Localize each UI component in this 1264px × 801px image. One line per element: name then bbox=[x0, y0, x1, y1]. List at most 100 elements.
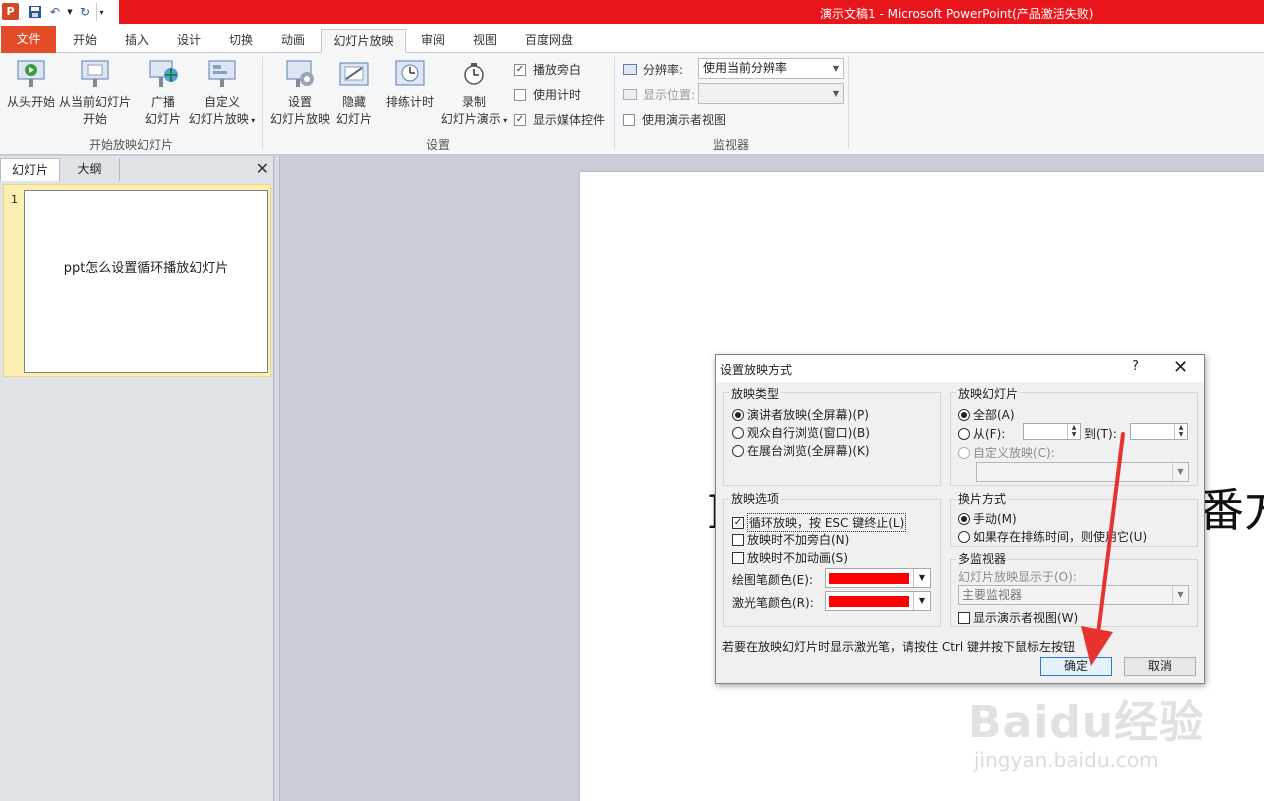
checkbox-icon bbox=[732, 533, 744, 546]
tab-insert[interactable]: 插入 bbox=[114, 29, 160, 53]
from-current-label-2: 开始 bbox=[82, 112, 107, 126]
play-narrations-label: 播放旁白 bbox=[533, 63, 582, 77]
annotation-arrow-icon bbox=[1081, 432, 1125, 666]
close-icon[interactable]: ✕ bbox=[256, 159, 269, 178]
from-current-slide-icon bbox=[81, 60, 109, 87]
to-slide-spinner[interactable]: ▲ ▼ bbox=[1130, 423, 1188, 440]
show-options-legend: 放映选项 bbox=[729, 490, 782, 507]
play-narrations-checkbox[interactable]: ✓ 播放旁白 bbox=[514, 61, 581, 78]
tab-transitions[interactable]: 切换 bbox=[218, 29, 264, 53]
group-label-monitors: 监视器 bbox=[712, 138, 749, 152]
use-timings-check-icon bbox=[514, 88, 526, 101]
custom-label-1: 自定义 bbox=[203, 95, 240, 109]
from-label: 从(F): bbox=[973, 427, 1006, 441]
resolution-value: 使用当前分辨率 bbox=[703, 61, 788, 75]
resolution-select[interactable]: 使用当前分辨率 ▼ bbox=[698, 58, 844, 79]
tab-animations[interactable]: 动画 bbox=[270, 29, 316, 53]
chevron-down-icon: ▼ bbox=[832, 89, 839, 98]
broadcast-label-1: 广播 bbox=[150, 95, 175, 109]
individual-window-radio[interactable]: 观众自行浏览(窗口)(B) bbox=[732, 424, 870, 441]
spinner-arrows-icon[interactable]: ▲ ▼ bbox=[1174, 424, 1187, 439]
radio-selected-icon bbox=[958, 512, 970, 525]
tab-slides[interactable]: 幻灯片 bbox=[0, 158, 60, 181]
from-beginning-button[interactable]: 从头开始 bbox=[4, 57, 58, 111]
presenter-view-check-icon bbox=[623, 113, 635, 126]
chevron-down-icon: ▼ bbox=[913, 592, 930, 610]
watermark-url: jingyan.baidu.com bbox=[974, 748, 1159, 772]
use-presenter-view-checkbox[interactable]: 使用演示者视图 bbox=[623, 111, 726, 128]
kiosk-radio[interactable]: 在展台浏览(全屏幕)(K) bbox=[732, 442, 870, 459]
hide-slide-button[interactable]: 隐藏 幻灯片 bbox=[334, 57, 374, 128]
radio-icon bbox=[958, 427, 970, 440]
no-animation-checkbox[interactable]: 放映时不加动画(S) bbox=[732, 549, 848, 566]
title-bar: P ↶ ▼ ↻ ▾ 演示文稿1 - Microsoft PowerPoint(产… bbox=[0, 0, 1264, 24]
custom-slide-show-icon bbox=[208, 60, 236, 87]
radio-icon bbox=[958, 446, 970, 459]
custom-slide-show-button[interactable]: 自定义 幻灯片放映 ▾ bbox=[186, 57, 258, 129]
slide-number: 1 bbox=[11, 193, 18, 206]
record-slide-show-button[interactable]: 录制 幻灯片演示 ▾ bbox=[438, 57, 510, 129]
chevron-down-icon: ▼ bbox=[1172, 586, 1188, 604]
no-narration-checkbox[interactable]: 放映时不加旁白(N) bbox=[732, 531, 849, 548]
checkbox-icon bbox=[958, 611, 970, 624]
pen-color-swatch bbox=[829, 573, 909, 584]
from-slide-spinner[interactable]: ▲ ▼ bbox=[1023, 423, 1081, 440]
group-label-setup: 设置 bbox=[425, 138, 450, 152]
use-timings-checkbox[interactable]: 使用计时 bbox=[514, 86, 581, 103]
setup-label-1: 设置 bbox=[287, 95, 312, 109]
help-button[interactable]: ? bbox=[1132, 359, 1139, 374]
loop-until-esc-checkbox[interactable]: ✓ 循环放映，按 ESC 键终止(L) bbox=[732, 513, 907, 532]
show-on-label: 显示位置: bbox=[643, 88, 696, 102]
close-icon[interactable]: ✕ bbox=[1173, 357, 1188, 378]
radio-icon bbox=[958, 530, 970, 543]
ribbon: 从头开始 从当前幻灯片 开始 广播 幻灯片 自定义 幻灯片放映 ▾ 开始放映幻灯… bbox=[0, 53, 1264, 155]
radio-selected-icon bbox=[732, 408, 744, 421]
show-media-controls-checkbox[interactable]: ✓ 显示媒体控件 bbox=[514, 111, 605, 128]
from-slide-radio[interactable]: 从(F): bbox=[958, 425, 1005, 442]
record-label-2: 幻灯片演示 bbox=[440, 112, 501, 126]
setup-slide-show-icon bbox=[286, 60, 314, 87]
tab-design[interactable]: 设计 bbox=[166, 29, 212, 53]
presenter-radio[interactable]: 演讲者放映(全屏幕)(P) bbox=[732, 406, 869, 423]
pen-color-picker[interactable]: ▼ bbox=[825, 568, 931, 588]
custom-show-radio[interactable]: 自定义放映(C): bbox=[958, 444, 1055, 461]
radio-icon bbox=[732, 426, 744, 439]
from-current-slide-button[interactable]: 从当前幻灯片 开始 bbox=[58, 57, 132, 128]
broadcast-slide-show-button[interactable]: 广播 幻灯片 bbox=[140, 57, 186, 128]
no-narration-label: 放映时不加旁白(N) bbox=[747, 533, 850, 547]
presenter-view-label: 使用演示者视图 bbox=[642, 113, 727, 127]
from-beginning-label: 从头开始 bbox=[6, 95, 55, 109]
rehearse-timings-button[interactable]: 排练计时 bbox=[383, 57, 437, 111]
show-on-row: 显示位置: bbox=[623, 86, 695, 103]
tab-outline[interactable]: 大纲 bbox=[60, 158, 120, 181]
all-slides-radio[interactable]: 全部(A) bbox=[958, 406, 1015, 423]
slide-thumbnail[interactable]: ppt怎么设置循环播放幻灯片 bbox=[24, 190, 268, 373]
from-current-label-1: 从当前幻灯片 bbox=[58, 95, 131, 109]
record-label-1: 录制 bbox=[461, 95, 486, 109]
monitor-select[interactable]: 主要监视器 ▼ bbox=[958, 585, 1189, 605]
set-up-slide-show-button[interactable]: 设置 幻灯片放映 bbox=[268, 57, 332, 128]
watermark-logo: Baidu经验 bbox=[968, 697, 1205, 748]
ribbon-tabs: 文件 开始 插入 设计 切换 动画 幻灯片放映 审阅 视图 百度网盘 bbox=[0, 24, 1264, 53]
tab-baidu-netdisk[interactable]: 百度网盘 bbox=[514, 29, 584, 53]
manual-advance-radio[interactable]: 手动(M) bbox=[958, 510, 1017, 527]
slide-thumbnail-item[interactable]: 1 ppt怎么设置循环播放幻灯片 bbox=[3, 184, 271, 377]
tab-file[interactable]: 文件 bbox=[1, 26, 56, 53]
resolution-icon bbox=[623, 64, 637, 75]
radio-selected-icon bbox=[958, 408, 970, 421]
show-presenter-view-checkbox[interactable]: 显示演示者视图(W) bbox=[958, 609, 1078, 626]
monitors-legend: 多监视器 bbox=[956, 550, 1009, 567]
individual-window-label: 观众自行浏览(窗口)(B) bbox=[747, 426, 870, 440]
show-type-legend: 放映类型 bbox=[729, 385, 782, 402]
laser-color-picker[interactable]: ▼ bbox=[825, 591, 931, 611]
show-on-select[interactable]: ▼ bbox=[698, 83, 844, 104]
custom-show-label: 自定义放映(C): bbox=[973, 446, 1055, 460]
tab-review[interactable]: 审阅 bbox=[410, 29, 456, 53]
kiosk-label: 在展台浏览(全屏幕)(K) bbox=[747, 444, 870, 458]
panel-splitter[interactable] bbox=[275, 156, 280, 801]
hide-slide-icon bbox=[339, 62, 369, 86]
tab-home[interactable]: 开始 bbox=[62, 29, 108, 53]
tab-slide-show[interactable]: 幻灯片放映 bbox=[321, 29, 406, 53]
slide-title-fragment-right: 番方 bbox=[1198, 483, 1264, 537]
tab-view[interactable]: 视图 bbox=[462, 29, 508, 53]
